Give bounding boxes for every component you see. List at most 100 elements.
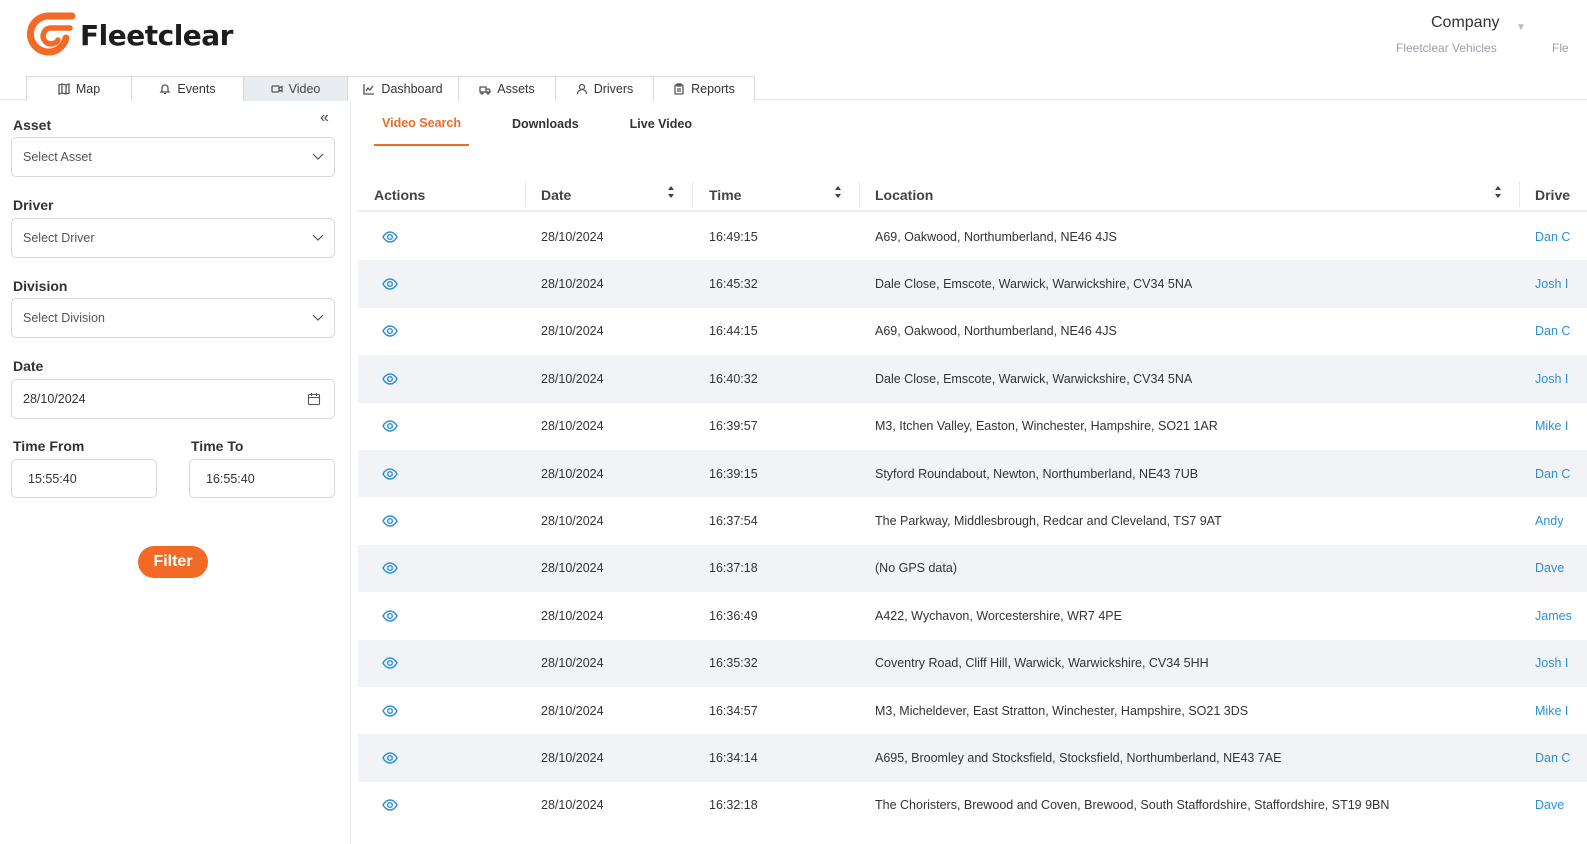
cell-date: 28/10/2024 [541, 656, 604, 671]
cell-driver-link[interactable]: Mike I [1535, 403, 1568, 450]
table-row[interactable]: 28/10/2024 16:45:32 Dale Close, Emscote, W… [358, 260, 1587, 308]
tab-video[interactable]: Video [244, 76, 348, 101]
column-divider [1519, 181, 1520, 207]
tab-label: Events [177, 82, 216, 96]
cell-driver-link[interactable]: Dave [1535, 545, 1564, 592]
filter-button[interactable]: Filter [138, 546, 208, 578]
main-content: Video Search Downloads Live Video Action… [358, 101, 1587, 844]
view-video-button[interactable] [382, 308, 398, 355]
video-icon [270, 85, 283, 93]
company-subtitle: Fleetclear Vehicles [1396, 41, 1497, 55]
chevron-down-icon: ▼ [1516, 22, 1526, 33]
cell-time: 16:34:14 [709, 750, 758, 765]
time-to-field[interactable]: 16:55:40 [189, 459, 335, 498]
table-row[interactable]: 28/10/2024 16:34:14 A695, Broomley and Sto… [358, 734, 1587, 782]
tab-drivers[interactable]: Drivers [556, 76, 654, 101]
table-row[interactable]: 28/10/2024 16:32:18 The Choristers, Brewoo… [358, 782, 1587, 829]
view-video-button[interactable] [382, 640, 398, 687]
cell-driver-link[interactable]: Josh I [1535, 640, 1568, 687]
company-title: Company [1431, 14, 1500, 31]
view-video-button[interactable] [382, 403, 398, 450]
asset-select-value: Select Asset [23, 150, 92, 164]
cell-time: 16:39:57 [709, 419, 758, 434]
cell-driver-link[interactable]: Josh I [1535, 260, 1568, 307]
eye-icon [382, 515, 398, 527]
view-video-button[interactable] [382, 687, 398, 734]
sort-icon[interactable] [667, 185, 675, 199]
video-subtabs: Video Search Downloads Live Video [374, 101, 735, 146]
cell-driver-link[interactable]: Dan C [1535, 450, 1570, 497]
table-row[interactable]: 28/10/2024 16:37:18 (No GPS data) Dave [358, 544, 1587, 593]
column-header-date[interactable]: Date [541, 177, 571, 212]
tab-events[interactable]: Events [132, 76, 244, 101]
chevron-down-icon [312, 234, 324, 241]
cell-location: A69, Oakwood, Northumberland, NE46 4JS [875, 229, 1117, 244]
sort-icon[interactable] [1494, 185, 1502, 199]
subtab-live-video[interactable]: Live Video [622, 101, 700, 146]
division-label: Division [13, 278, 68, 294]
table-row[interactable]: 28/10/2024 16:34:57 M3, Micheldever, East … [358, 687, 1587, 734]
sort-icon[interactable] [834, 185, 842, 199]
column-header-time[interactable]: Time [709, 177, 741, 212]
view-video-button[interactable] [382, 213, 398, 260]
view-video-button[interactable] [382, 545, 398, 592]
view-video-button[interactable] [382, 734, 398, 781]
main-nav: Map Events Video Dashboard Assets Driver… [26, 76, 755, 101]
tab-reports[interactable]: Reports [654, 76, 755, 101]
company-extra-text: Fle [1552, 41, 1569, 55]
view-video-button[interactable] [382, 260, 398, 307]
bell-icon [159, 84, 171, 95]
column-divider [525, 181, 526, 207]
cell-driver-link[interactable]: Dan C [1535, 734, 1570, 781]
cell-driver-link[interactable]: Dave [1535, 782, 1564, 829]
calendar-icon[interactable] [307, 392, 321, 406]
brand-name: Fleetclear [80, 18, 233, 52]
division-select[interactable]: Select Division [11, 298, 335, 338]
cell-location: A422, Wychavon, Worcestershire, WR7 4PE [875, 608, 1122, 623]
cell-driver-link[interactable]: Dan C [1535, 213, 1570, 260]
tab-map[interactable]: Map [26, 76, 132, 101]
tab-dashboard[interactable]: Dashboard [348, 76, 459, 101]
tab-assets[interactable]: Assets [459, 76, 556, 101]
eye-icon [382, 373, 398, 385]
cell-time: 16:34:57 [709, 703, 758, 718]
table-row[interactable]: 28/10/2024 16:39:15 Styford Roundabout, Ne… [358, 449, 1587, 498]
table-row[interactable]: 28/10/2024 16:44:15 A69, Oakwood, Northumb… [358, 308, 1587, 355]
collapse-sidebar-icon[interactable]: « [320, 109, 329, 127]
table-row[interactable]: 28/10/2024 16:39:57 M3, Itchen Valley, Eas… [358, 403, 1587, 450]
view-video-button[interactable] [382, 450, 398, 497]
column-header-location[interactable]: Location [875, 177, 933, 212]
table-row[interactable]: 28/10/2024 16:36:49 A422, Wychavon, Worces… [358, 592, 1587, 639]
cell-driver-link[interactable]: Andy [1535, 497, 1564, 544]
asset-select[interactable]: Select Asset [11, 137, 335, 177]
division-select-value: Select Division [23, 311, 105, 325]
user-icon [576, 83, 587, 95]
cell-driver-link[interactable]: Dan C [1535, 308, 1570, 355]
cell-driver-link[interactable]: James [1535, 592, 1572, 639]
time-from-field[interactable]: 15:55:40 [11, 459, 157, 498]
date-field[interactable]: 28/10/2024 [11, 379, 335, 419]
column-header-driver[interactable]: Drive [1535, 177, 1570, 212]
eye-icon [382, 752, 398, 764]
view-video-button[interactable] [382, 782, 398, 829]
subtab-downloads[interactable]: Downloads [504, 101, 587, 146]
subtab-video-search[interactable]: Video Search [374, 101, 469, 146]
view-video-button[interactable] [382, 497, 398, 544]
driver-select[interactable]: Select Driver [11, 218, 335, 258]
table-row[interactable]: 28/10/2024 16:40:32 Dale Close, Emscote, W… [358, 355, 1587, 403]
cell-date: 28/10/2024 [541, 466, 604, 481]
cell-driver-link[interactable]: Josh I [1535, 355, 1568, 402]
table-row[interactable]: 28/10/2024 16:35:32 Coventry Road, Cliff H… [358, 639, 1587, 687]
cell-time: 16:49:15 [709, 229, 758, 244]
view-video-button[interactable] [382, 355, 398, 402]
table-row[interactable]: 28/10/2024 16:37:54 The Parkway, Middlesbr… [358, 497, 1587, 544]
eye-icon [382, 420, 398, 432]
chevron-down-icon [312, 314, 324, 321]
column-header-actions: Actions [374, 186, 426, 203]
view-video-button[interactable] [382, 592, 398, 639]
cell-date: 28/10/2024 [541, 703, 604, 718]
fleetclear-logo[interactable]: Fleetclear [26, 12, 233, 58]
cell-time: 16:44:15 [709, 324, 758, 339]
cell-driver-link[interactable]: Mike I [1535, 687, 1568, 734]
table-row[interactable]: 28/10/2024 16:49:15 A69, Oakwood, Northumb… [358, 213, 1587, 260]
